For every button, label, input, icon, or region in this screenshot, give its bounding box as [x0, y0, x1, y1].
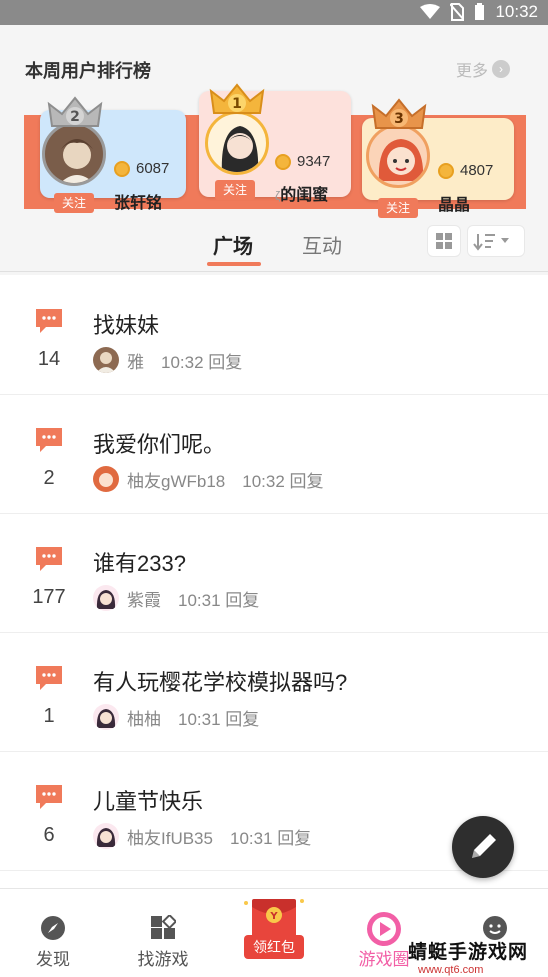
sort-button[interactable]: [467, 225, 525, 257]
user-name[interactable]: 柚友IfUB35: [127, 824, 213, 849]
tab-square[interactable]: 广场: [213, 230, 253, 259]
svg-text:2: 2: [70, 109, 80, 125]
user-name[interactable]: 雅: [127, 348, 144, 373]
post-title[interactable]: 找妹妹: [93, 308, 159, 340]
feed-tabs: 广场 互动: [0, 222, 548, 272]
avatar: [42, 122, 106, 186]
status-time: 10:32: [495, 2, 538, 21]
reply-time: 10:31 回复: [229, 828, 312, 848]
avatar: [93, 823, 119, 849]
tab-interaction[interactable]: 互动: [302, 230, 342, 259]
reply-count: 6: [43, 824, 55, 846]
svg-text:1: 1: [232, 96, 242, 112]
follow-button[interactable]: 关注: [378, 198, 418, 218]
more-label: 更多: [455, 63, 488, 80]
list-item[interactable]: 177 谁有233? 紫霞 10:31 回复: [0, 514, 548, 633]
post-meta: 柚友gWFb18 10:32 回复: [93, 466, 324, 492]
ranking-title: 本周用户排行榜: [25, 61, 151, 81]
reply-time: 10:32 回复: [242, 471, 324, 491]
post-title[interactable]: 有人玩樱花学校模拟器吗?: [93, 665, 347, 697]
grid-icon: [151, 915, 176, 939]
avatar: [93, 704, 119, 730]
post-meta: 柚柚 10:31 回复: [93, 704, 259, 730]
active-tab-indicator: [207, 262, 261, 266]
chevron-right-icon: ›: [492, 60, 510, 78]
red-packet-label: 领红包: [244, 935, 304, 959]
site-watermark: 蜻蜓手游戏网 www.qt6.com: [408, 937, 548, 977]
grid-view-icon: [436, 233, 452, 249]
sort-icon: [473, 234, 509, 251]
play-circle-icon: [367, 912, 401, 946]
reply-count: 1: [43, 705, 55, 727]
post-title[interactable]: 儿童节快乐: [93, 784, 203, 816]
grid-view-button[interactable]: [427, 225, 461, 257]
svg-text:Y: Y: [269, 911, 278, 922]
compose-post-button[interactable]: [452, 816, 514, 878]
watermark-text: 蜻蜓手游戏网: [408, 942, 529, 963]
rank-card-2[interactable]: 2 关注 6087 张轩铭: [40, 96, 186, 213]
battery-icon: [475, 3, 485, 20]
user-name[interactable]: 柚友gWFb18: [127, 467, 225, 492]
post-title[interactable]: 我爱你们呢。: [93, 427, 225, 459]
rank-card-1[interactable]: 1 关注 9347 ζ的闺蜜: [199, 83, 351, 204]
silver-crown-icon: 2: [47, 96, 103, 127]
nav-red-packet[interactable]: Y 领红包: [224, 889, 324, 977]
compass-icon: [41, 916, 65, 940]
comment-bubble-icon: [36, 309, 62, 333]
user-name: 晶晶: [438, 197, 471, 214]
post-meta: 柚友IfUB35 10:31 回复: [93, 823, 311, 849]
post-meta: 雅 10:32 回复: [93, 347, 242, 373]
avatar: [366, 124, 430, 188]
avatar: [93, 466, 119, 492]
follow-button[interactable]: 关注: [215, 180, 255, 200]
gold-crown-icon: 1: [209, 83, 265, 114]
nav-find-games[interactable]: 找游戏: [113, 889, 213, 977]
pencil-icon: [472, 834, 496, 858]
svg-text:3: 3: [394, 111, 404, 127]
coin-icon: [438, 162, 454, 179]
status-bar: 10:32: [0, 0, 548, 25]
bronze-crown-icon: 3: [371, 98, 427, 129]
coin-icon: [275, 153, 291, 170]
nav-discover[interactable]: 发现: [3, 889, 103, 977]
no-sim-icon: [450, 3, 465, 21]
user-name: ζ的闺蜜: [275, 187, 329, 204]
avatar: [205, 111, 269, 175]
reply-count: 177: [32, 586, 66, 608]
rank-card-3[interactable]: 3 关注 4807 晶晶: [362, 98, 514, 218]
coin-count: 9347: [275, 153, 330, 170]
post-meta: 紫霞 10:31 回复: [93, 585, 259, 611]
user-name: 张轩铭: [114, 195, 163, 212]
list-item[interactable]: 2 我爱你们呢。 柚友gWFb18 10:32 回复: [0, 395, 548, 514]
follow-button[interactable]: 关注: [54, 193, 94, 213]
reply-count: 14: [37, 348, 61, 370]
reply-time: 10:32 回复: [161, 352, 243, 372]
reply-time: 10:31 回复: [178, 590, 260, 610]
more-button[interactable]: 更多 ›: [456, 57, 510, 81]
avatar: [93, 585, 119, 611]
reply-count: 2: [43, 467, 55, 489]
comment-bubble-icon: [36, 666, 62, 690]
post-title[interactable]: 谁有233?: [93, 546, 186, 578]
comment-bubble-icon: [36, 428, 62, 452]
wifi-icon: [420, 4, 441, 19]
watermark-url: www.qt6.com: [418, 964, 484, 976]
comment-bubble-icon: [36, 547, 62, 571]
coin-icon: [114, 160, 130, 177]
avatar: [93, 347, 119, 373]
coin-count: 4807: [438, 162, 493, 179]
reply-time: 10:31 回复: [178, 709, 260, 729]
list-item[interactable]: 14 找妹妹 雅 10:32 回复: [0, 276, 548, 395]
user-name[interactable]: 柚柚: [127, 705, 161, 730]
coin-count: 6087: [114, 160, 169, 177]
list-item[interactable]: 1 有人玩樱花学校模拟器吗? 柚柚 10:31 回复: [0, 633, 548, 752]
comment-bubble-icon: [36, 785, 62, 809]
post-list: 14 找妹妹 雅 10:32 回复 2 我爱你们呢。 柚友gWFb18 10:3…: [0, 276, 548, 871]
user-name[interactable]: 紫霞: [127, 586, 161, 611]
